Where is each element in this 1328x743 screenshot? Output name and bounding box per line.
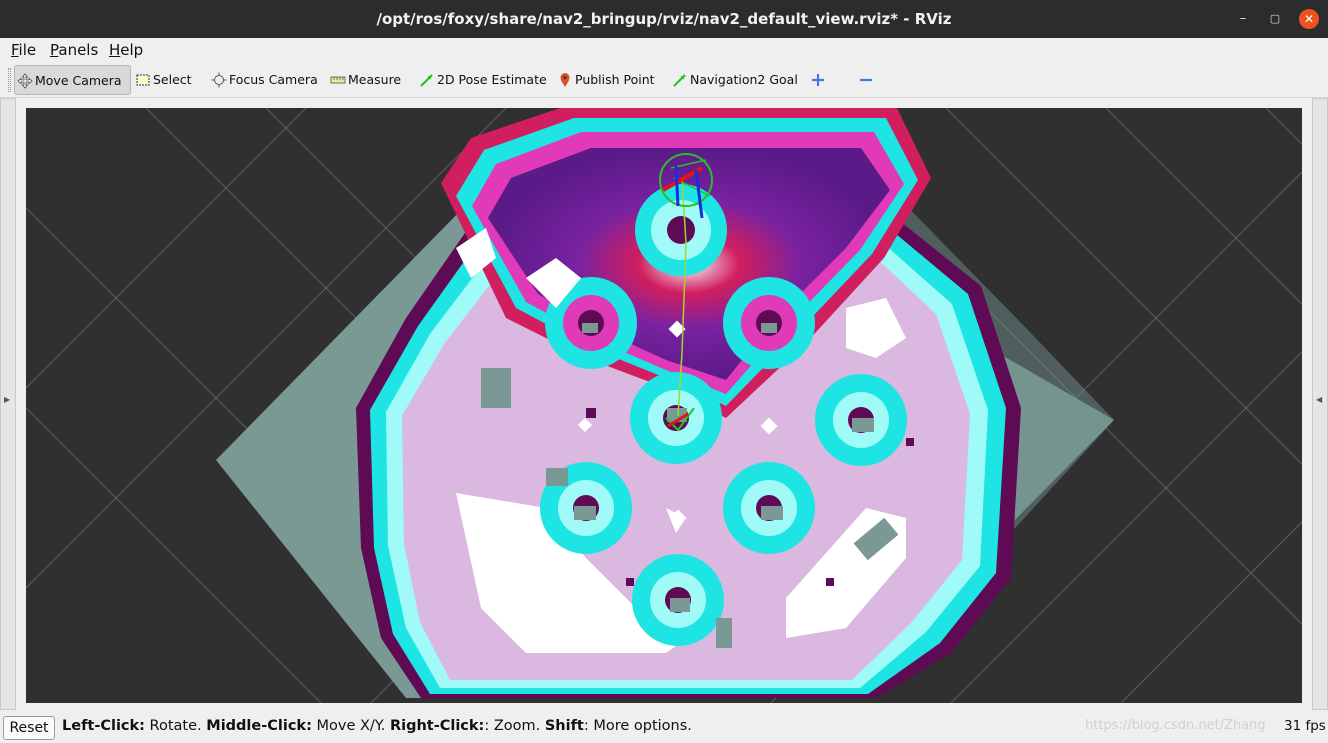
fps-readout: 31 fps xyxy=(1284,718,1326,734)
tool-measure-label: Measure xyxy=(348,72,402,87)
render-area: ▶ ◀ xyxy=(0,98,1328,712)
publish-point-icon xyxy=(560,73,570,87)
menubar: File Panels Help xyxy=(0,38,1328,62)
map-render xyxy=(26,108,1302,703)
help-left-click-action: Rotate. xyxy=(144,718,207,734)
help-left-click-key: Left-Click: xyxy=(62,718,145,734)
menu-help-label: elp xyxy=(120,41,144,59)
menu-help-accel: H xyxy=(109,41,121,59)
tool-select[interactable]: Select xyxy=(133,65,192,95)
menu-file-label: ile xyxy=(18,41,37,59)
help-shift-key: Shift xyxy=(544,718,584,734)
window-title: /opt/ros/foxy/share/nav2_bringup/rviz/na… xyxy=(376,10,952,28)
help-right-click-key: Right-Click: xyxy=(389,718,485,734)
tool-measure[interactable]: Measure xyxy=(328,65,401,95)
statusbar: Reset Left-Click: Rotate. Middle-Click: … xyxy=(0,712,1328,743)
toolbar-grip[interactable] xyxy=(8,68,11,92)
plus-icon xyxy=(812,74,824,86)
watermark-text: https://blog.csdn.net/Zhang xyxy=(1085,718,1266,733)
minus-icon xyxy=(860,78,872,82)
measure-icon xyxy=(330,76,346,84)
tool-publish-point-label: Publish Point xyxy=(575,72,655,87)
left-arrow-icon: ▶ xyxy=(4,395,11,404)
tool-navigation2-goal[interactable]: Navigation2 Goal xyxy=(670,65,798,95)
tool-move-camera[interactable]: Move Camera xyxy=(14,65,131,95)
tool-move-camera-label: Move Camera xyxy=(35,73,122,88)
menu-help[interactable]: Help xyxy=(109,40,143,60)
right-dock-toggle[interactable]: ◀ xyxy=(1312,98,1328,710)
right-arrow-icon: ◀ xyxy=(1316,395,1323,404)
remove-tool-button[interactable] xyxy=(856,65,882,95)
help-middle-click-action: Move X/Y. xyxy=(311,718,390,734)
tool-focus-camera-label: Focus Camera xyxy=(229,72,318,87)
help-shift-action: : More options. xyxy=(583,718,692,734)
maximize-button[interactable]: ▢ xyxy=(1265,9,1285,29)
menu-panels[interactable]: Panels xyxy=(50,40,98,60)
tool-publish-point[interactable]: Publish Point xyxy=(555,65,655,95)
focus-camera-icon xyxy=(211,72,227,88)
tool-navigation2-goal-label: Navigation2 Goal xyxy=(690,72,798,87)
window-titlebar: /opt/ros/foxy/share/nav2_bringup/rviz/na… xyxy=(0,0,1328,38)
tool-2d-pose-estimate[interactable]: 2D Pose Estimate xyxy=(417,65,547,95)
help-right-click-action: : Zoom. xyxy=(484,718,545,734)
menu-file[interactable]: File xyxy=(11,40,36,60)
menu-file-accel: F xyxy=(11,41,19,59)
minimize-button[interactable]: – xyxy=(1233,9,1253,29)
reset-button[interactable]: Reset xyxy=(3,716,55,740)
help-text: Left-Click: Rotate. Middle-Click: Move X… xyxy=(62,718,692,734)
nav-goal-icon xyxy=(673,74,686,87)
move-camera-icon xyxy=(17,73,33,89)
tool-focus-camera[interactable]: Focus Camera xyxy=(209,65,318,95)
help-middle-click-key: Middle-Click: xyxy=(206,718,312,734)
select-icon xyxy=(136,74,150,86)
add-tool-button[interactable] xyxy=(808,65,830,95)
tool-select-label: Select xyxy=(153,72,192,87)
left-dock-toggle[interactable]: ▶ xyxy=(0,98,16,710)
pose-estimate-icon xyxy=(420,74,433,87)
3d-view[interactable] xyxy=(26,108,1302,703)
close-button[interactable]: ✕ xyxy=(1299,9,1319,29)
menu-panels-label: anels xyxy=(58,41,99,59)
tool-2d-pose-estimate-label: 2D Pose Estimate xyxy=(437,72,547,87)
toolbar: Move Camera Select Focus Camera Measure … xyxy=(0,62,1328,98)
